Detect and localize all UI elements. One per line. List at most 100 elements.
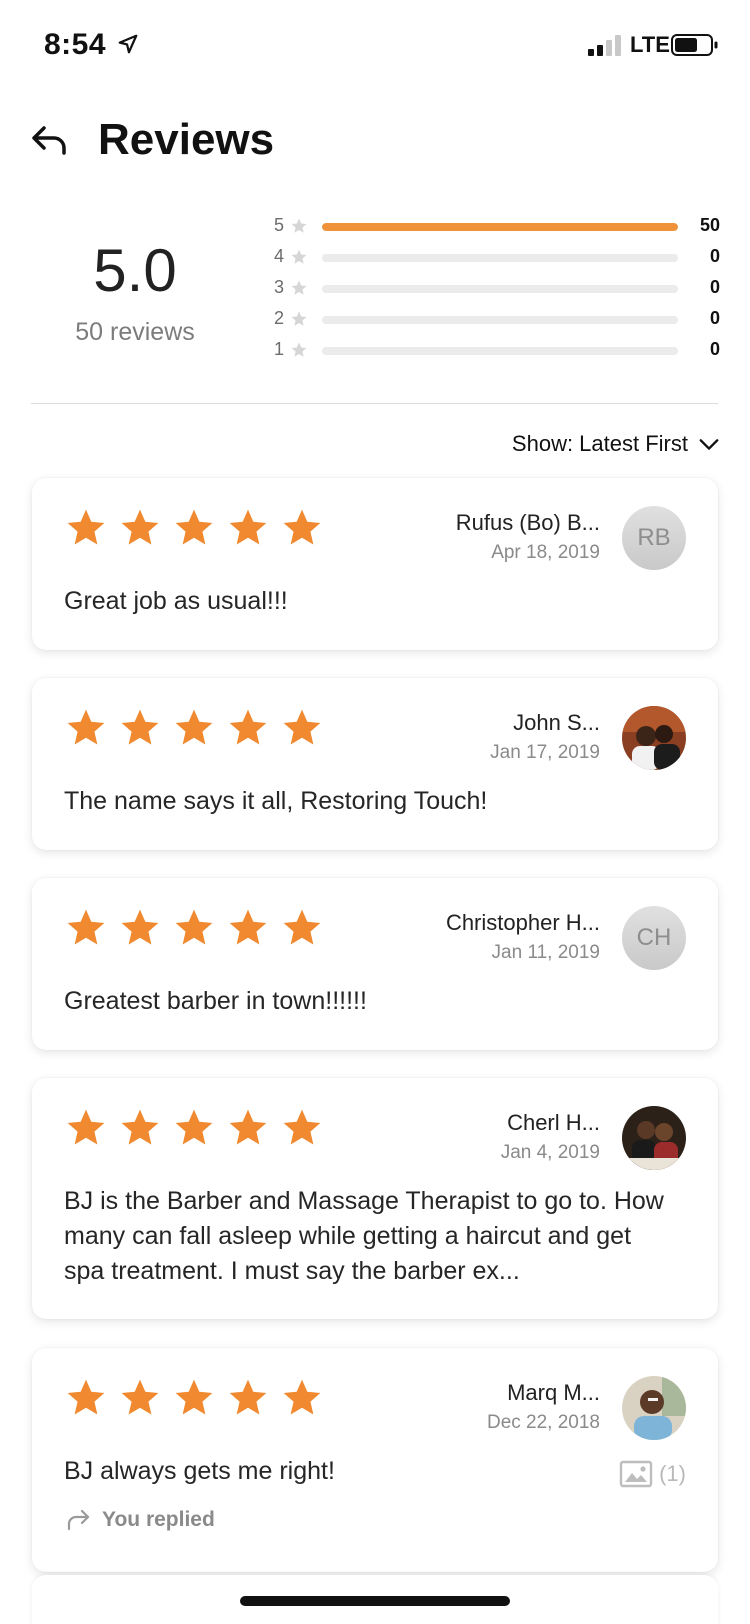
reply-status[interactable]: You replied <box>66 1508 215 1532</box>
battery-icon <box>671 34 718 56</box>
star-icon <box>283 709 321 745</box>
reviewer-name: Rufus (Bo) B... <box>455 510 600 535</box>
star-icon <box>175 709 213 745</box>
home-indicator[interactable] <box>240 1596 510 1606</box>
review-card[interactable]: Marq M... Dec 22, 2018 BJ always gets me… <box>32 1348 718 1572</box>
star-icon <box>229 1109 267 1145</box>
review-text: Greatest barber in town!!!!!! <box>64 987 367 1015</box>
rating-distribution-row: 3 0 <box>270 276 720 302</box>
review-date: Apr 18, 2019 <box>491 542 600 563</box>
sort-dropdown[interactable]: Show: Latest First <box>512 428 720 460</box>
review-date: Dec 22, 2018 <box>486 1412 600 1433</box>
star-icon <box>229 709 267 745</box>
cellular-signal-icon <box>588 35 621 56</box>
star-icon <box>291 218 307 233</box>
distribution-star-level: 2 <box>273 308 284 328</box>
reviewer-name: Marq M... <box>507 1380 600 1405</box>
review-card[interactable]: Rufus (Bo) B... Apr 18, 2019 RB Great jo… <box>32 478 718 650</box>
reviewer-name: John S... <box>513 710 600 735</box>
rating-distribution-row: 2 0 <box>270 307 720 333</box>
star-icon <box>67 1109 105 1145</box>
avatar <box>622 1106 686 1170</box>
review-date: Jan 4, 2019 <box>500 1142 600 1163</box>
avatar-photo-icon <box>622 706 686 770</box>
star-icon <box>283 1379 321 1415</box>
star-icon <box>121 909 159 945</box>
star-icon <box>283 509 321 545</box>
photo-count: (1) <box>659 1461 686 1486</box>
distribution-bar <box>322 285 678 293</box>
distribution-bar-fill <box>322 223 678 231</box>
back-arrow-icon[interactable] <box>30 120 70 160</box>
reply-arrow-icon <box>67 1509 90 1531</box>
review-text: BJ always gets me right! <box>64 1457 335 1485</box>
distribution-bar <box>322 316 678 324</box>
status-bar: 8:54 LTE <box>0 0 750 90</box>
distribution-star-level: 5 <box>273 215 284 235</box>
review-photos[interactable]: (1) <box>619 1460 686 1488</box>
review-date: Jan 17, 2019 <box>490 742 600 763</box>
star-rating <box>64 1376 334 1420</box>
star-icon <box>283 1109 321 1145</box>
network-type: LTE <box>630 32 670 57</box>
avatar: CH <box>622 906 686 970</box>
rating-distribution-row: 4 0 <box>270 245 720 271</box>
summary-divider <box>31 403 718 404</box>
star-icon <box>291 311 307 326</box>
avatar: RB <box>622 506 686 570</box>
avatar <box>622 706 686 770</box>
star-icon <box>121 1109 159 1145</box>
star-icon <box>175 1379 213 1415</box>
distribution-count: 0 <box>709 246 720 266</box>
review-date: Jan 11, 2019 <box>491 942 600 963</box>
distribution-count: 0 <box>709 339 720 359</box>
reviewer-name: Christopher H... <box>445 910 600 935</box>
star-icon <box>67 909 105 945</box>
review-text: BJ is the Barber and Massage Therapist t… <box>64 1187 664 1285</box>
distribution-bar <box>322 347 678 355</box>
star-rating <box>64 706 334 750</box>
sort-label: Show: Latest First <box>511 431 688 456</box>
star-icon <box>121 509 159 545</box>
star-rating <box>64 1106 334 1150</box>
distribution-bar <box>322 223 678 231</box>
distribution-count: 50 <box>699 215 720 235</box>
avatar-photo-icon <box>622 1106 686 1170</box>
reply-label: You replied <box>102 1508 215 1531</box>
star-icon <box>121 1379 159 1415</box>
star-icon <box>67 509 105 545</box>
distribution-count: 0 <box>709 277 720 297</box>
star-icon <box>175 1109 213 1145</box>
review-card[interactable]: John S... Jan 17, 2019 The name says it … <box>32 678 718 850</box>
reviewer-name: Cherl H... <box>507 1110 600 1135</box>
image-icon <box>619 1460 653 1488</box>
star-icon <box>67 1379 105 1415</box>
star-icon <box>229 509 267 545</box>
status-time: 8:54 <box>44 28 107 61</box>
distribution-count: 0 <box>709 308 720 328</box>
review-card[interactable]: Christopher H... Jan 11, 2019 CH Greates… <box>32 878 718 1050</box>
distribution-star-level: 4 <box>273 246 284 266</box>
chevron-down-icon <box>699 439 719 450</box>
star-icon <box>283 909 321 945</box>
distribution-star-level: 1 <box>273 339 284 359</box>
star-icon <box>291 280 307 295</box>
star-icon <box>291 342 307 357</box>
review-text: The name says it all, Restoring Touch! <box>64 787 488 815</box>
average-rating: 5.0 <box>93 237 177 304</box>
star-icon <box>121 709 159 745</box>
review-text: Great job as usual!!! <box>64 587 288 615</box>
star-icon <box>291 249 307 264</box>
distribution-star-level: 3 <box>273 277 284 297</box>
review-card[interactable]: Cherl H... Jan 4, 2019 BJ is the Barber … <box>32 1078 718 1319</box>
review-count: 50 reviews <box>75 318 195 346</box>
star-rating <box>64 506 334 550</box>
location-arrow-icon <box>118 34 138 54</box>
star-icon <box>67 709 105 745</box>
star-icon <box>175 509 213 545</box>
avatar <box>622 1376 686 1440</box>
page-title: Reviews <box>98 115 275 164</box>
rating-distribution-row: 1 0 <box>270 338 720 364</box>
avatar-photo-icon <box>622 1376 686 1440</box>
rating-distribution-row: 5 50 <box>270 214 720 240</box>
